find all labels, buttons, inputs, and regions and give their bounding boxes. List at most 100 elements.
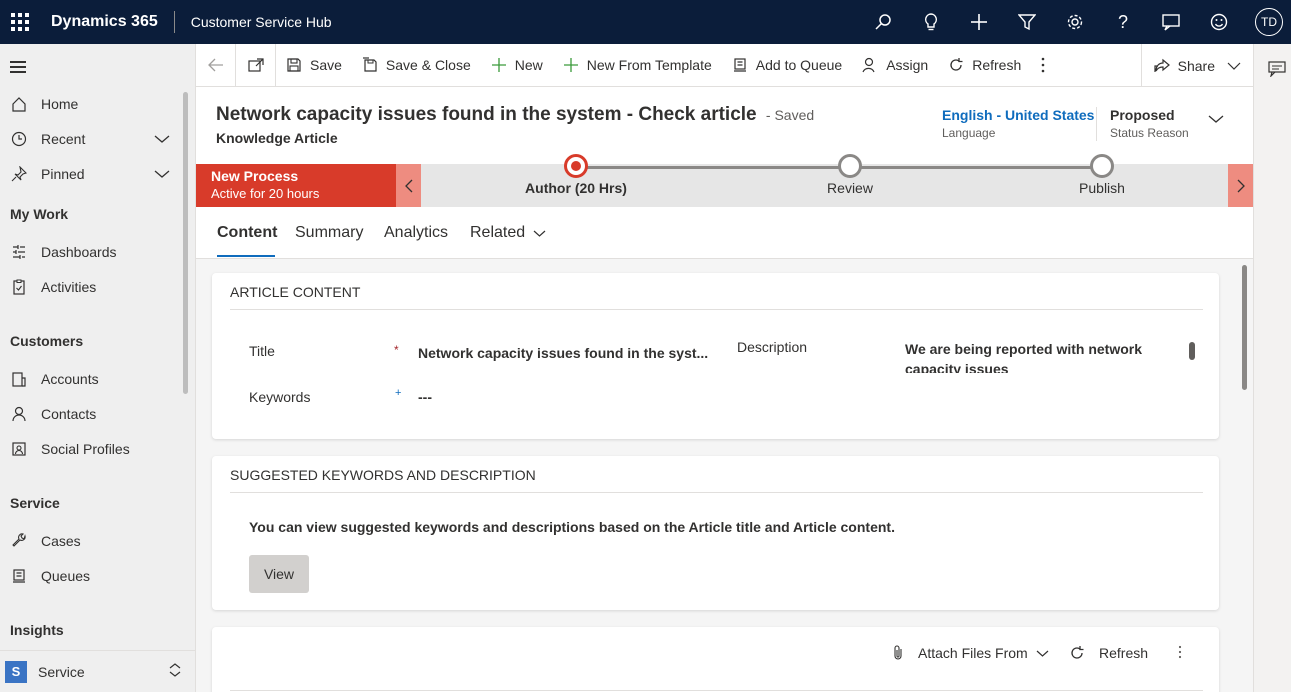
clipboard-icon <box>10 278 28 296</box>
pin-icon <box>10 165 28 183</box>
smiley-icon[interactable] <box>1195 0 1243 44</box>
more-options-icon[interactable] <box>1178 645 1182 659</box>
divider <box>173 11 175 33</box>
back-arrow-icon <box>207 58 223 72</box>
add-to-queue-button[interactable]: Add to Queue <box>722 44 852 87</box>
lightbulb-icon[interactable] <box>907 0 955 44</box>
sidebar-item-queues[interactable]: Queues <box>10 567 170 585</box>
attachments-refresh-button[interactable]: Refresh <box>1069 645 1148 661</box>
sidebar-item-activities[interactable]: Activities <box>10 278 170 296</box>
tab-analytics[interactable]: Analytics <box>384 224 448 242</box>
chat-icon[interactable] <box>1268 61 1286 80</box>
sidebar-item-cases[interactable]: Cases <box>10 532 170 550</box>
header-expand-chevron-icon[interactable] <box>1208 111 1224 127</box>
chat-icon[interactable] <box>1147 0 1195 44</box>
queue-icon <box>10 567 28 585</box>
home-icon <box>10 95 28 113</box>
chevron-right-icon <box>1237 179 1245 192</box>
person-icon <box>10 405 28 423</box>
assign-button[interactable]: Assign <box>852 44 938 87</box>
new-button[interactable]: New <box>481 44 553 87</box>
new-from-template-button[interactable]: New From Template <box>553 44 722 87</box>
status-reason-value: Proposed <box>1110 107 1175 123</box>
stage-review[interactable]: Review <box>810 154 890 196</box>
area-label: Service <box>38 663 85 680</box>
sidebar-item-home[interactable]: Home <box>10 95 170 113</box>
assign-label: Assign <box>886 57 929 73</box>
view-suggestions-button[interactable]: View <box>249 555 309 593</box>
avatar[interactable]: TD <box>1255 8 1283 36</box>
save-close-label: Save & Close <box>385 57 471 73</box>
search-icon[interactable] <box>859 0 907 44</box>
back-button[interactable] <box>196 43 236 87</box>
keywords-field[interactable]: --- <box>418 389 432 405</box>
suggested-keywords-section: SUGGESTED KEYWORDS AND DESCRIPTION You c… <box>212 456 1219 610</box>
sidebar-item-label: Home <box>41 96 79 112</box>
chevron-up-down-icon[interactable] <box>168 662 182 681</box>
section-heading-insights: Insights <box>10 622 64 638</box>
refresh-button[interactable]: Refresh <box>938 44 1031 87</box>
process-previous-button[interactable] <box>396 164 421 207</box>
tab-related[interactable]: Related <box>470 224 546 242</box>
app-name[interactable]: Dynamics 365 <box>51 13 174 31</box>
description-scrollbar[interactable] <box>1189 342 1195 360</box>
stage-active-indicator <box>564 154 588 178</box>
refresh-icon <box>1069 645 1085 661</box>
process-next-button[interactable] <box>1228 164 1253 207</box>
area-switcher[interactable]: S Service <box>0 650 196 692</box>
open-new-window-button[interactable] <box>236 43 276 87</box>
hamburger-menu-icon[interactable] <box>10 61 26 76</box>
active-tab-indicator <box>217 255 275 257</box>
section-heading-service: Service <box>10 495 60 511</box>
stage-publish[interactable]: Publish <box>1062 154 1142 196</box>
process-flag[interactable]: New Process Active for 20 hours <box>196 164 396 207</box>
sidebar-scrollbar[interactable] <box>183 92 188 394</box>
plus-icon <box>491 57 507 73</box>
sidebar-item-label: Pinned <box>41 166 85 182</box>
language-label: Language <box>942 126 996 140</box>
more-commands-icon[interactable] <box>1031 44 1055 87</box>
chevron-down-icon <box>1227 61 1241 71</box>
hub-name[interactable]: Customer Service Hub <box>191 14 332 30</box>
sidebar-item-pinned[interactable]: Pinned <box>10 165 170 183</box>
sidebar-item-label: Social Profiles <box>41 441 130 457</box>
required-indicator: * <box>394 343 399 357</box>
sidebar-item-label: Contacts <box>41 406 97 422</box>
save-close-button[interactable]: Save & Close <box>352 44 481 87</box>
area-badge: S <box>5 660 27 683</box>
title-field[interactable]: Network capacity issues found in the sys… <box>418 345 708 361</box>
refresh-label: Refresh <box>972 57 1022 73</box>
title-label: Title <box>249 343 275 359</box>
attach-files-from-button[interactable]: Attach Files From <box>892 645 1049 661</box>
section-heading-customers: Customers <box>10 333 84 349</box>
tab-content[interactable]: Content <box>217 224 277 242</box>
gear-icon[interactable] <box>1051 0 1099 44</box>
language-value[interactable]: English - United States <box>942 107 1094 123</box>
tab-related-label: Related <box>470 224 526 241</box>
app-launcher-icon[interactable] <box>0 0 40 44</box>
plus-icon[interactable] <box>955 0 1003 44</box>
chevron-down-icon[interactable] <box>154 166 170 182</box>
tab-summary[interactable]: Summary <box>295 224 363 242</box>
chevron-down-icon[interactable] <box>154 131 170 147</box>
business-process-flow: New Process Active for 20 hours Author (… <box>196 154 1253 207</box>
sidebar-item-recent[interactable]: Recent <box>10 130 170 148</box>
share-button[interactable]: Share <box>1140 44 1253 87</box>
help-icon[interactable]: ? <box>1099 0 1147 44</box>
sidebar-item-contacts[interactable]: Contacts <box>10 405 170 423</box>
sidebar-item-label: Recent <box>41 131 86 147</box>
sidebar-item-dashboards[interactable]: Dashboards <box>10 243 170 261</box>
form-scrollbar[interactable] <box>1242 265 1247 390</box>
sidebar-item-social-profiles[interactable]: Social Profiles <box>10 440 170 458</box>
sidebar-item-label: Cases <box>41 533 81 549</box>
article-content-section: ARTICLE CONTENT Title * Network capacity… <box>212 273 1219 439</box>
stage-author[interactable]: Author (20 Hrs) <box>515 154 637 196</box>
description-field[interactable]: We are being reported with network capac… <box>905 339 1155 373</box>
filter-icon[interactable] <box>1003 0 1051 44</box>
chevron-down-icon <box>1036 649 1049 658</box>
sidebar-item-accounts[interactable]: Accounts <box>10 370 170 388</box>
form-tabs: Content Summary Analytics Related <box>196 207 1253 259</box>
save-button[interactable]: Save <box>276 44 352 87</box>
language-field[interactable]: English - United States Language <box>942 107 1094 140</box>
right-rail <box>1253 44 1291 692</box>
